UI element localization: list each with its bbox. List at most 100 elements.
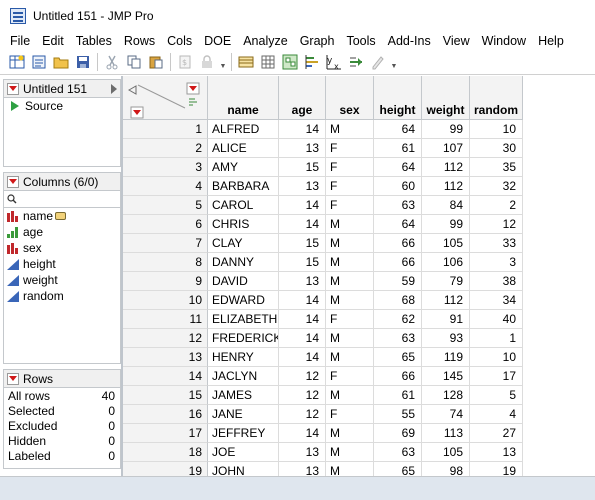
menu-doe[interactable]: DOE	[198, 32, 237, 50]
annotate-icon[interactable]	[367, 52, 388, 73]
cell-age[interactable]: 12	[279, 405, 326, 424]
run-script-icon[interactable]	[11, 101, 19, 111]
cell-height[interactable]: 61	[374, 139, 422, 158]
cell-age[interactable]: 13	[279, 139, 326, 158]
copy-icon[interactable]	[123, 52, 144, 73]
cell-weight[interactable]: 112	[422, 177, 470, 196]
new-data-table-icon[interactable]	[6, 52, 27, 73]
menu-tables[interactable]: Tables	[70, 32, 118, 50]
data-table-icon[interactable]	[235, 52, 256, 73]
column-header-age[interactable]: age	[279, 76, 326, 120]
cell-sex[interactable]: F	[326, 177, 374, 196]
cell-weight[interactable]: 74	[422, 405, 470, 424]
row-number[interactable]: 7	[123, 234, 208, 253]
row-number[interactable]: 1	[123, 120, 208, 139]
cell-random[interactable]: 35	[470, 158, 523, 177]
cell-weight[interactable]: 99	[422, 215, 470, 234]
cell-random[interactable]: 10	[470, 120, 523, 139]
cell-sex[interactable]: F	[326, 367, 374, 386]
column-header-weight[interactable]: weight	[422, 76, 470, 120]
cell-height[interactable]: 63	[374, 196, 422, 215]
open-folder-icon[interactable]	[50, 52, 71, 73]
cell-name[interactable]: EDWARD	[208, 291, 279, 310]
cell-sex[interactable]: M	[326, 329, 374, 348]
cell-height[interactable]: 63	[374, 329, 422, 348]
cell-height[interactable]: 59	[374, 272, 422, 291]
cell-name[interactable]: AMY	[208, 158, 279, 177]
cell-random[interactable]: 38	[470, 272, 523, 291]
cell-name[interactable]: ALICE	[208, 139, 279, 158]
cell-weight[interactable]: 107	[422, 139, 470, 158]
menu-cols[interactable]: Cols	[161, 32, 198, 50]
cell-random[interactable]: 27	[470, 424, 523, 443]
cell-sex[interactable]: F	[326, 310, 374, 329]
cell-height[interactable]: 60	[374, 177, 422, 196]
cell-weight[interactable]: 93	[422, 329, 470, 348]
cell-sex[interactable]: M	[326, 386, 374, 405]
row-number[interactable]: 18	[123, 443, 208, 462]
cell-age[interactable]: 14	[279, 215, 326, 234]
cell-random[interactable]: 34	[470, 291, 523, 310]
cell-name[interactable]: JANE	[208, 405, 279, 424]
cell-random[interactable]: 30	[470, 139, 523, 158]
cell-random[interactable]: 13	[470, 443, 523, 462]
menu-view[interactable]: View	[437, 32, 476, 50]
row-number[interactable]: 2	[123, 139, 208, 158]
menu-tools[interactable]: Tools	[340, 32, 381, 50]
new-journal-icon[interactable]	[28, 52, 49, 73]
cell-name[interactable]: CAROL	[208, 196, 279, 215]
column-item-height[interactable]: height	[4, 256, 120, 272]
cell-sex[interactable]: F	[326, 405, 374, 424]
column-header-name[interactable]: name	[208, 76, 279, 120]
row-number[interactable]: 11	[123, 310, 208, 329]
column-header-height[interactable]: height	[374, 76, 422, 120]
cell-random[interactable]: 32	[470, 177, 523, 196]
row-number[interactable]: 12	[123, 329, 208, 348]
cell-random[interactable]: 10	[470, 348, 523, 367]
cell-name[interactable]: DANNY	[208, 253, 279, 272]
window-list-icon[interactable]	[279, 52, 300, 73]
cell-random[interactable]: 17	[470, 367, 523, 386]
column-item-age[interactable]: age	[4, 224, 120, 240]
column-header-random[interactable]: random	[470, 76, 523, 120]
cell-weight[interactable]: 99	[422, 120, 470, 139]
grid-icon[interactable]	[257, 52, 278, 73]
cell-weight[interactable]: 128	[422, 386, 470, 405]
cell-random[interactable]: 33	[470, 234, 523, 253]
menu-window[interactable]: Window	[476, 32, 532, 50]
cell-height[interactable]: 65	[374, 348, 422, 367]
toolbar-dropdown[interactable]: ▼	[389, 52, 399, 73]
columns-red-triangle-icon[interactable]	[7, 175, 19, 188]
rows-stat-all[interactable]: All rows 40	[4, 388, 120, 403]
row-number[interactable]: 17	[123, 424, 208, 443]
cell-weight[interactable]: 91	[422, 310, 470, 329]
cell-name[interactable]: CLAY	[208, 234, 279, 253]
source-script[interactable]: Source	[4, 98, 120, 114]
cell-weight[interactable]: 105	[422, 443, 470, 462]
row-number[interactable]: 14	[123, 367, 208, 386]
cell-random[interactable]: 3	[470, 253, 523, 272]
menu-rows[interactable]: Rows	[118, 32, 161, 50]
menu-file[interactable]: File	[0, 32, 36, 50]
cell-name[interactable]: ALFRED	[208, 120, 279, 139]
cell-random[interactable]: 12	[470, 215, 523, 234]
cell-weight[interactable]: 112	[422, 158, 470, 177]
disclosure-arrow-icon[interactable]	[111, 83, 117, 94]
cell-age[interactable]: 12	[279, 367, 326, 386]
cell-name[interactable]: JOE	[208, 443, 279, 462]
cell-random[interactable]: 4	[470, 405, 523, 424]
grid-corner[interactable]	[123, 76, 208, 120]
column-item-weight[interactable]: weight	[4, 272, 120, 288]
cell-name[interactable]: JAMES	[208, 386, 279, 405]
paste-icon[interactable]	[145, 52, 166, 73]
column-item-name[interactable]: name	[4, 208, 120, 224]
cell-age[interactable]: 15	[279, 234, 326, 253]
cell-random[interactable]: 40	[470, 310, 523, 329]
cell-height[interactable]: 64	[374, 120, 422, 139]
cell-name[interactable]: BARBARA	[208, 177, 279, 196]
cell-name[interactable]: DAVID	[208, 272, 279, 291]
row-number[interactable]: 15	[123, 386, 208, 405]
row-number[interactable]: 9	[123, 272, 208, 291]
row-number[interactable]: 3	[123, 158, 208, 177]
cell-age[interactable]: 14	[279, 329, 326, 348]
